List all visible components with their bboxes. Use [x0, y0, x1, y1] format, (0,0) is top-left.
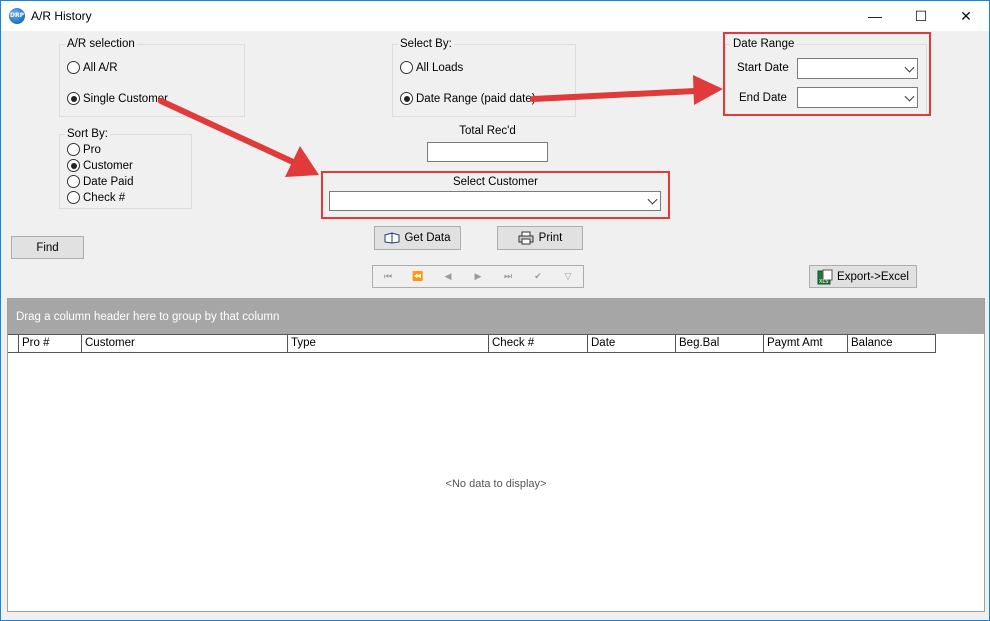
annotation-arrows [158, 75, 723, 177]
ar-history-window: DRP A/R History — ☐ ✕ A/R selection All … [0, 0, 990, 621]
arrow-to-select-customer [158, 98, 319, 177]
arrow-to-date-range [530, 75, 723, 105]
